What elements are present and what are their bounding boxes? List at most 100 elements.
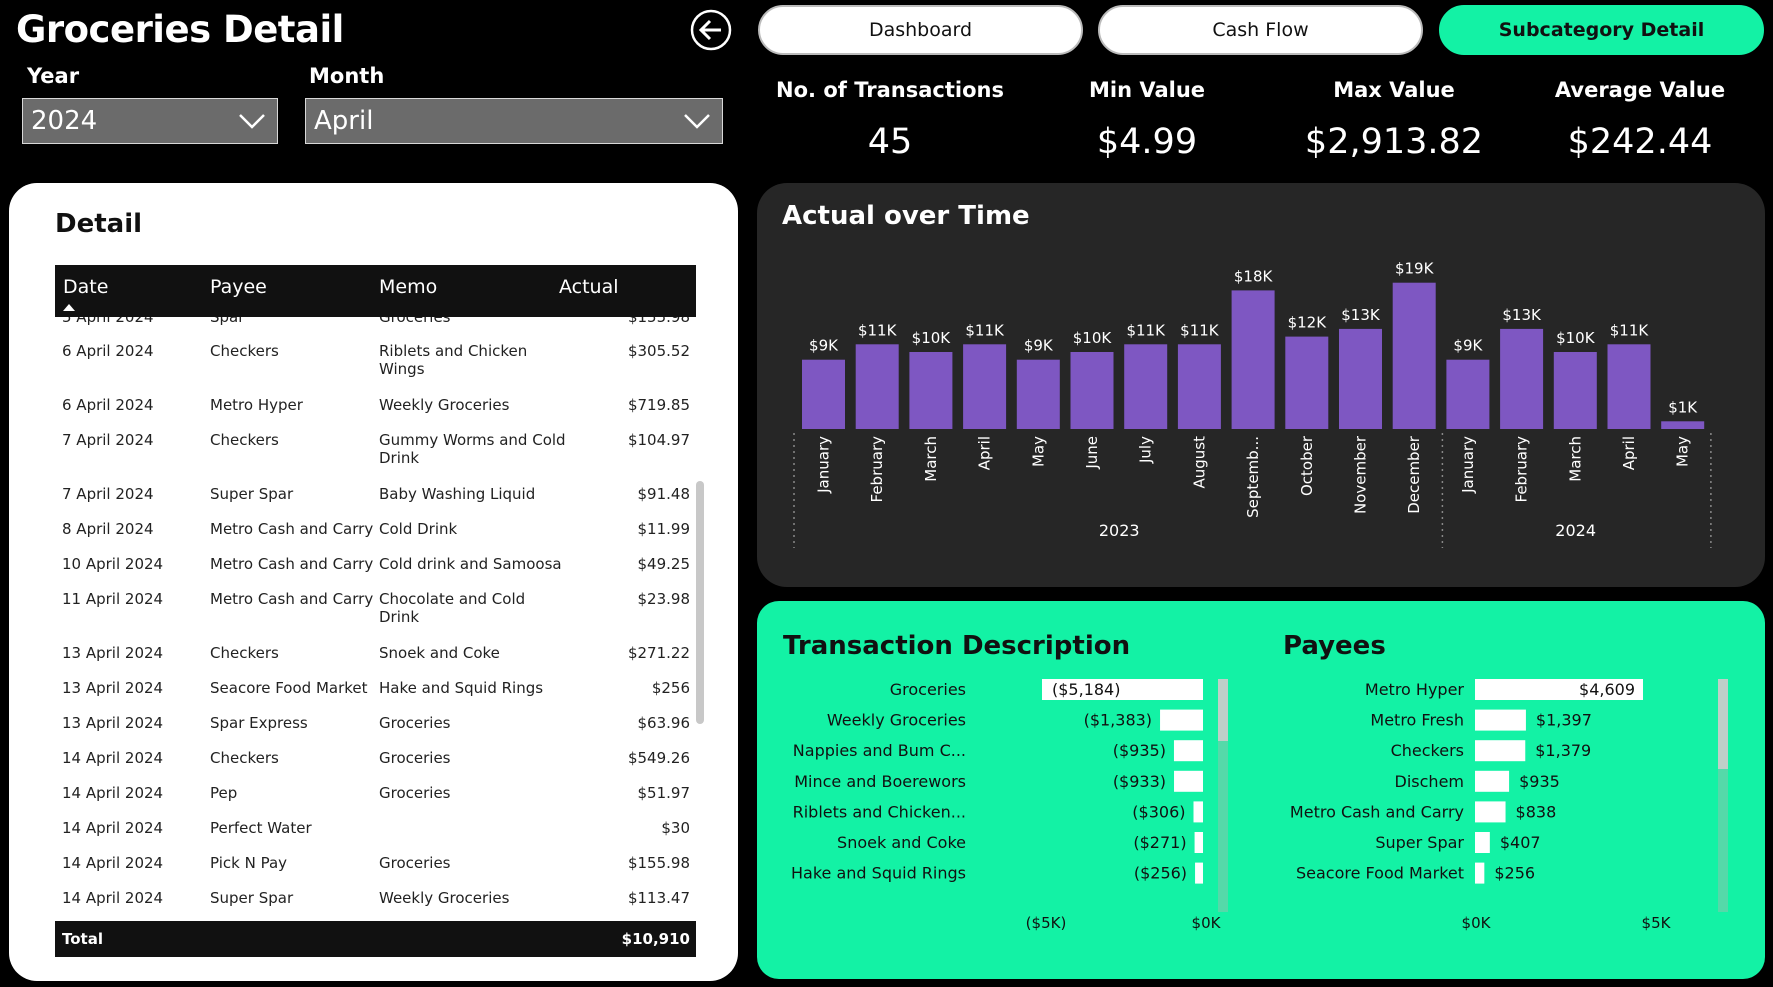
row-payee: Spar bbox=[210, 317, 245, 326]
month-label: Month bbox=[309, 64, 385, 88]
row-payee: Pick N Pay bbox=[210, 854, 288, 872]
table-scrollbar[interactable] bbox=[696, 481, 704, 724]
actual-over-time-chart: $9K January $11K February $10K March $11K April… bbox=[793, 260, 1712, 548]
x-tick-label: $5K bbox=[1642, 914, 1672, 932]
row-actual: $104.97 bbox=[627, 431, 690, 449]
month-select[interactable]: April bbox=[305, 98, 723, 144]
row-date: 13 April 2024 bbox=[62, 679, 164, 697]
kpi-min-value: $4.99 bbox=[1096, 122, 1198, 162]
x-tick-label: June bbox=[1083, 436, 1101, 470]
row-memo: Baby Washing Liquid bbox=[379, 485, 536, 503]
chart-bar[interactable] bbox=[802, 359, 845, 429]
chart-bar[interactable] bbox=[1553, 352, 1597, 429]
row-payee: Metro Cash and Carry bbox=[210, 590, 374, 608]
row-memo: Groceries bbox=[379, 784, 451, 802]
chart-bar[interactable] bbox=[1124, 344, 1168, 429]
h-bar[interactable] bbox=[1475, 862, 1485, 884]
x-tick-label: October bbox=[1298, 435, 1316, 496]
x-tick-label: July bbox=[1137, 436, 1155, 464]
row-memo: Riblets and Chicken bbox=[379, 342, 528, 360]
kpi-avg-value: $242.44 bbox=[1567, 122, 1713, 162]
row-memo-continued: Drink bbox=[379, 449, 420, 467]
actual-over-time-card: Actual over Time $9K January $11K February $… bbox=[757, 183, 1765, 587]
chart-bar[interactable] bbox=[1607, 344, 1651, 429]
bar-category-label: Metro Fresh bbox=[1370, 711, 1464, 730]
row-payee: Checkers bbox=[210, 342, 279, 360]
x-tick-label: Septemb... bbox=[1244, 436, 1262, 518]
row-memo: Weekly Groceries bbox=[379, 889, 510, 907]
page-title: Groceries Detail bbox=[16, 8, 344, 51]
chart-bar[interactable] bbox=[1070, 352, 1114, 429]
x-tick-label: January bbox=[815, 436, 833, 494]
h-bar[interactable] bbox=[1475, 801, 1506, 823]
row-date: 13 April 2024 bbox=[62, 714, 164, 732]
year-select[interactable]: 2024 bbox=[22, 98, 278, 144]
table-partial-row-clip: 5 April 2024 Spar Groceries $155.98 bbox=[55, 317, 696, 335]
bar-category-label: Metro Cash and Carry bbox=[1290, 802, 1464, 821]
row-date: 6 April 2024 bbox=[62, 396, 154, 414]
chart-scrollbar-thumb[interactable] bbox=[1718, 679, 1728, 769]
detail-card: Detail Date Payee Memo Actual 5 April 20… bbox=[9, 183, 738, 981]
h-bar[interactable] bbox=[1475, 740, 1526, 762]
nav-cash-flow-button[interactable]: Cash Flow bbox=[1098, 5, 1423, 55]
row-payee: Super Spar bbox=[210, 889, 294, 907]
nav-subcategory-detail-button[interactable]: Subcategory Detail bbox=[1439, 5, 1764, 55]
chart-bar[interactable] bbox=[1339, 328, 1382, 429]
h-bar[interactable] bbox=[1475, 709, 1526, 731]
kpi-transactions-value: 45 bbox=[867, 122, 913, 162]
back-arrow-icon[interactable] bbox=[690, 9, 732, 51]
row-actual: $63.96 bbox=[637, 714, 691, 732]
bar-data-label: $19K bbox=[1395, 260, 1435, 278]
chart-bar[interactable] bbox=[1446, 359, 1490, 429]
chart-bar[interactable] bbox=[1392, 282, 1436, 429]
row-payee: Metro Cash and Carry bbox=[210, 520, 374, 538]
row-actual: $305.52 bbox=[627, 342, 690, 360]
year-label: Year bbox=[27, 64, 80, 88]
row-payee: Pep bbox=[210, 784, 238, 802]
bar-data-label: $11K bbox=[858, 321, 898, 339]
chart-bar[interactable] bbox=[1016, 359, 1060, 429]
chart-bar[interactable] bbox=[1177, 344, 1221, 429]
row-date: 13 April 2024 bbox=[62, 644, 164, 662]
payees-chart: Metro Hyper $4,609 Metro Fresh $1,397 Checke… bbox=[1290, 679, 1728, 932]
breakdown-card: Transaction Description Payees Groceries… bbox=[757, 601, 1765, 979]
group-label: 2023 bbox=[1099, 521, 1140, 540]
x-tick-label: January bbox=[1459, 436, 1477, 494]
bar-data-label: $4,609 bbox=[1579, 680, 1635, 699]
nav-dashboard-button[interactable]: Dashboard bbox=[758, 5, 1083, 55]
h-bar[interactable] bbox=[1475, 832, 1490, 853]
chart-bar[interactable] bbox=[1285, 336, 1329, 429]
row-payee: Seacore Food Market bbox=[210, 679, 368, 697]
chart-bar[interactable] bbox=[909, 352, 953, 429]
row-actual: $23.98 bbox=[637, 590, 691, 608]
row-actual: $549.26 bbox=[627, 749, 690, 767]
kpi-transactions-label: No. of Transactions bbox=[776, 78, 1004, 102]
row-actual: $271.22 bbox=[627, 644, 690, 662]
bar-data-label: $1K bbox=[1668, 398, 1698, 416]
bar-category-label: Metro Hyper bbox=[1365, 680, 1465, 699]
row-actual: $49.25 bbox=[637, 555, 691, 573]
chart-bar[interactable] bbox=[963, 344, 1007, 429]
column-memo[interactable]: Memo bbox=[379, 276, 437, 298]
row-memo: Groceries bbox=[379, 749, 451, 767]
x-tick-label: March bbox=[1566, 436, 1584, 482]
column-actual[interactable]: Actual bbox=[559, 276, 619, 298]
row-memo: Groceries bbox=[379, 854, 451, 872]
row-date: 6 April 2024 bbox=[62, 342, 154, 360]
bar-data-label: $935 bbox=[1519, 772, 1560, 791]
column-date[interactable]: Date bbox=[63, 276, 108, 298]
column-payee[interactable]: Payee bbox=[210, 276, 267, 298]
row-memo: Groceries bbox=[379, 714, 451, 732]
bar-data-label: $10K bbox=[1556, 329, 1596, 347]
table-header: Date Payee Memo Actual bbox=[55, 265, 696, 317]
chart-bar[interactable] bbox=[855, 344, 899, 429]
row-date: 14 April 2024 bbox=[62, 749, 164, 767]
chart-bar[interactable] bbox=[1500, 328, 1544, 429]
chart-bar[interactable] bbox=[1231, 290, 1275, 429]
chevron-down-icon bbox=[684, 114, 710, 129]
row-actual: $91.48 bbox=[637, 485, 691, 503]
bar-category-label: Checkers bbox=[1391, 741, 1464, 760]
h-bar[interactable] bbox=[1475, 770, 1510, 792]
bar-data-label: $1,379 bbox=[1535, 741, 1591, 760]
chart-bar[interactable] bbox=[1661, 421, 1705, 429]
